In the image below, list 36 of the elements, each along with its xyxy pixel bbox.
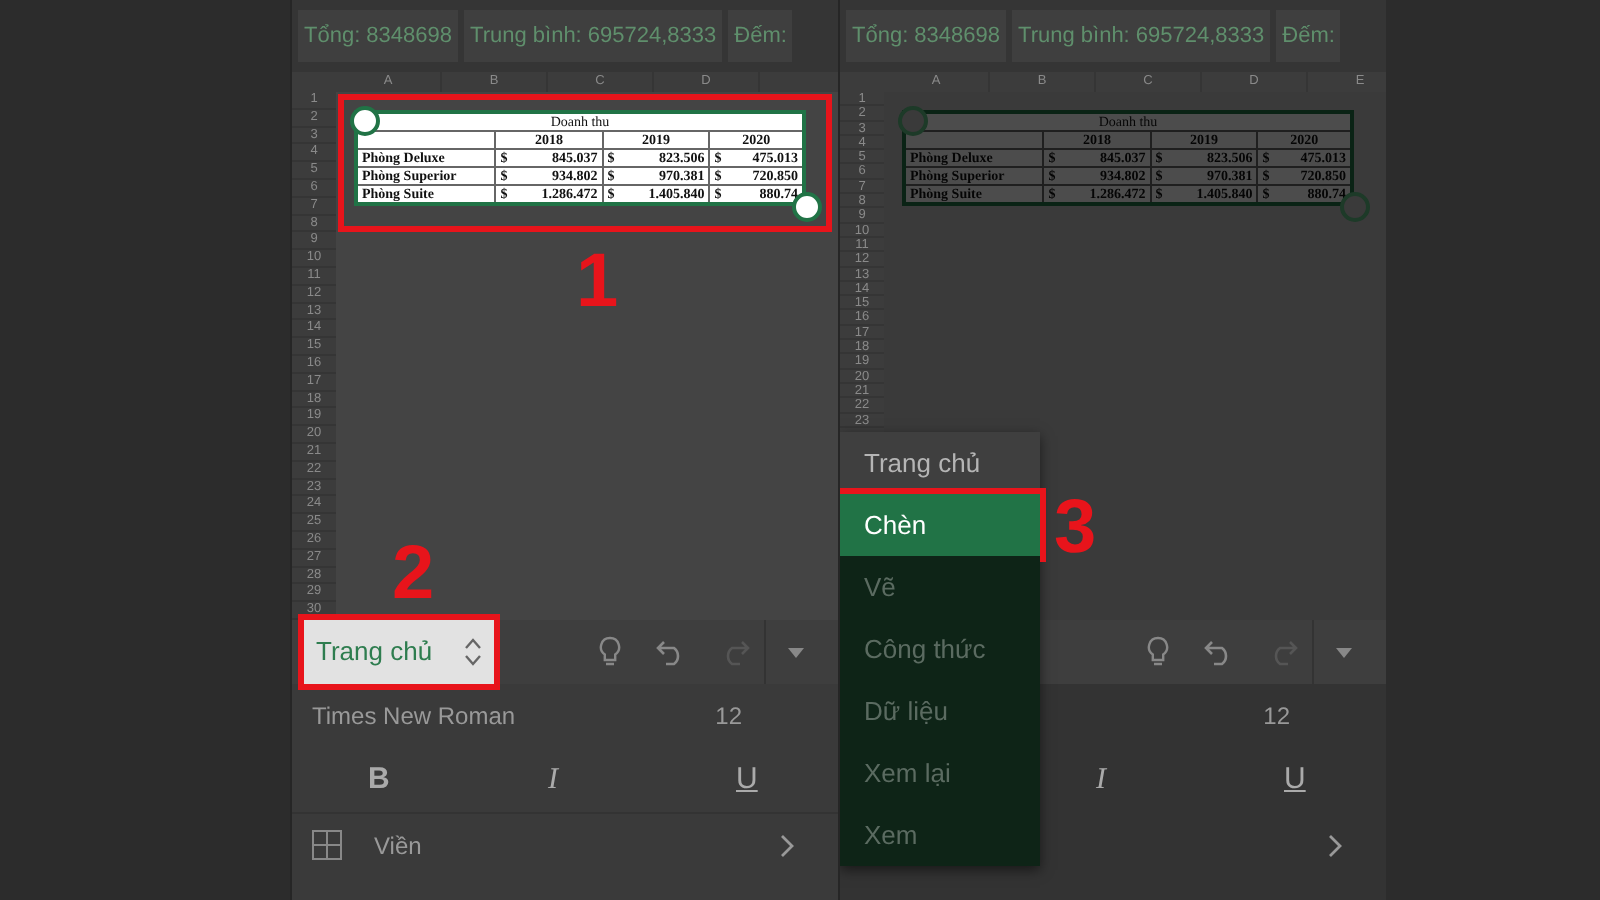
lightbulb-icon[interactable] (1145, 636, 1169, 668)
menu-item[interactable]: Trang chủ (840, 432, 1040, 494)
resize-handle[interactable] (350, 106, 380, 136)
menu-item[interactable]: Xem lại (840, 742, 1040, 804)
status-chip: Tổng: 8348698 (298, 9, 459, 63)
updown-chevron-icon[interactable] (464, 638, 483, 666)
step-number: 2 (392, 536, 435, 612)
ribbon-tab-selector[interactable]: Trang chủ (304, 620, 495, 684)
font-size-field[interactable]: 12 (715, 698, 742, 734)
underline-button[interactable]: U (736, 757, 758, 803)
status-chip: Trung bình: 695724,8333 (464, 9, 723, 63)
chevron-right-icon[interactable] (780, 833, 794, 857)
menu-item[interactable]: Chèn (840, 494, 1040, 556)
font-size-field[interactable]: 12 (1263, 698, 1290, 734)
chevron-right-icon[interactable] (1328, 833, 1342, 857)
step-number: 3 (1054, 490, 1097, 566)
menu-item[interactable]: Xem (840, 804, 1040, 866)
lightbulb-icon[interactable] (597, 636, 621, 668)
step-number: 1 (576, 244, 619, 320)
status-chip: Đếm: (728, 9, 793, 63)
menu-item[interactable]: Vẽ (840, 556, 1040, 618)
status-chip: Đếm: (1276, 9, 1341, 63)
font-name-field[interactable]: Times New Roman (304, 698, 516, 734)
caret-icon[interactable] (788, 647, 804, 657)
italic-button[interactable]: I (548, 757, 558, 803)
underline-button[interactable]: U (1284, 757, 1306, 803)
menu-item[interactable]: Công thức (840, 618, 1040, 680)
bold-button[interactable]: B (368, 757, 390, 803)
italic-button[interactable]: I (1096, 757, 1106, 803)
grid-icon[interactable] (312, 830, 342, 860)
borders-menu-item[interactable]: Viền (374, 827, 422, 863)
status-chip: Tổng: 8348698 (846, 9, 1007, 63)
resize-handle[interactable] (898, 106, 928, 136)
caret-icon[interactable] (1336, 647, 1352, 657)
menu-item[interactable]: Dữ liệu (840, 680, 1040, 742)
status-chip: Trung bình: 695724,8333 (1012, 9, 1271, 63)
